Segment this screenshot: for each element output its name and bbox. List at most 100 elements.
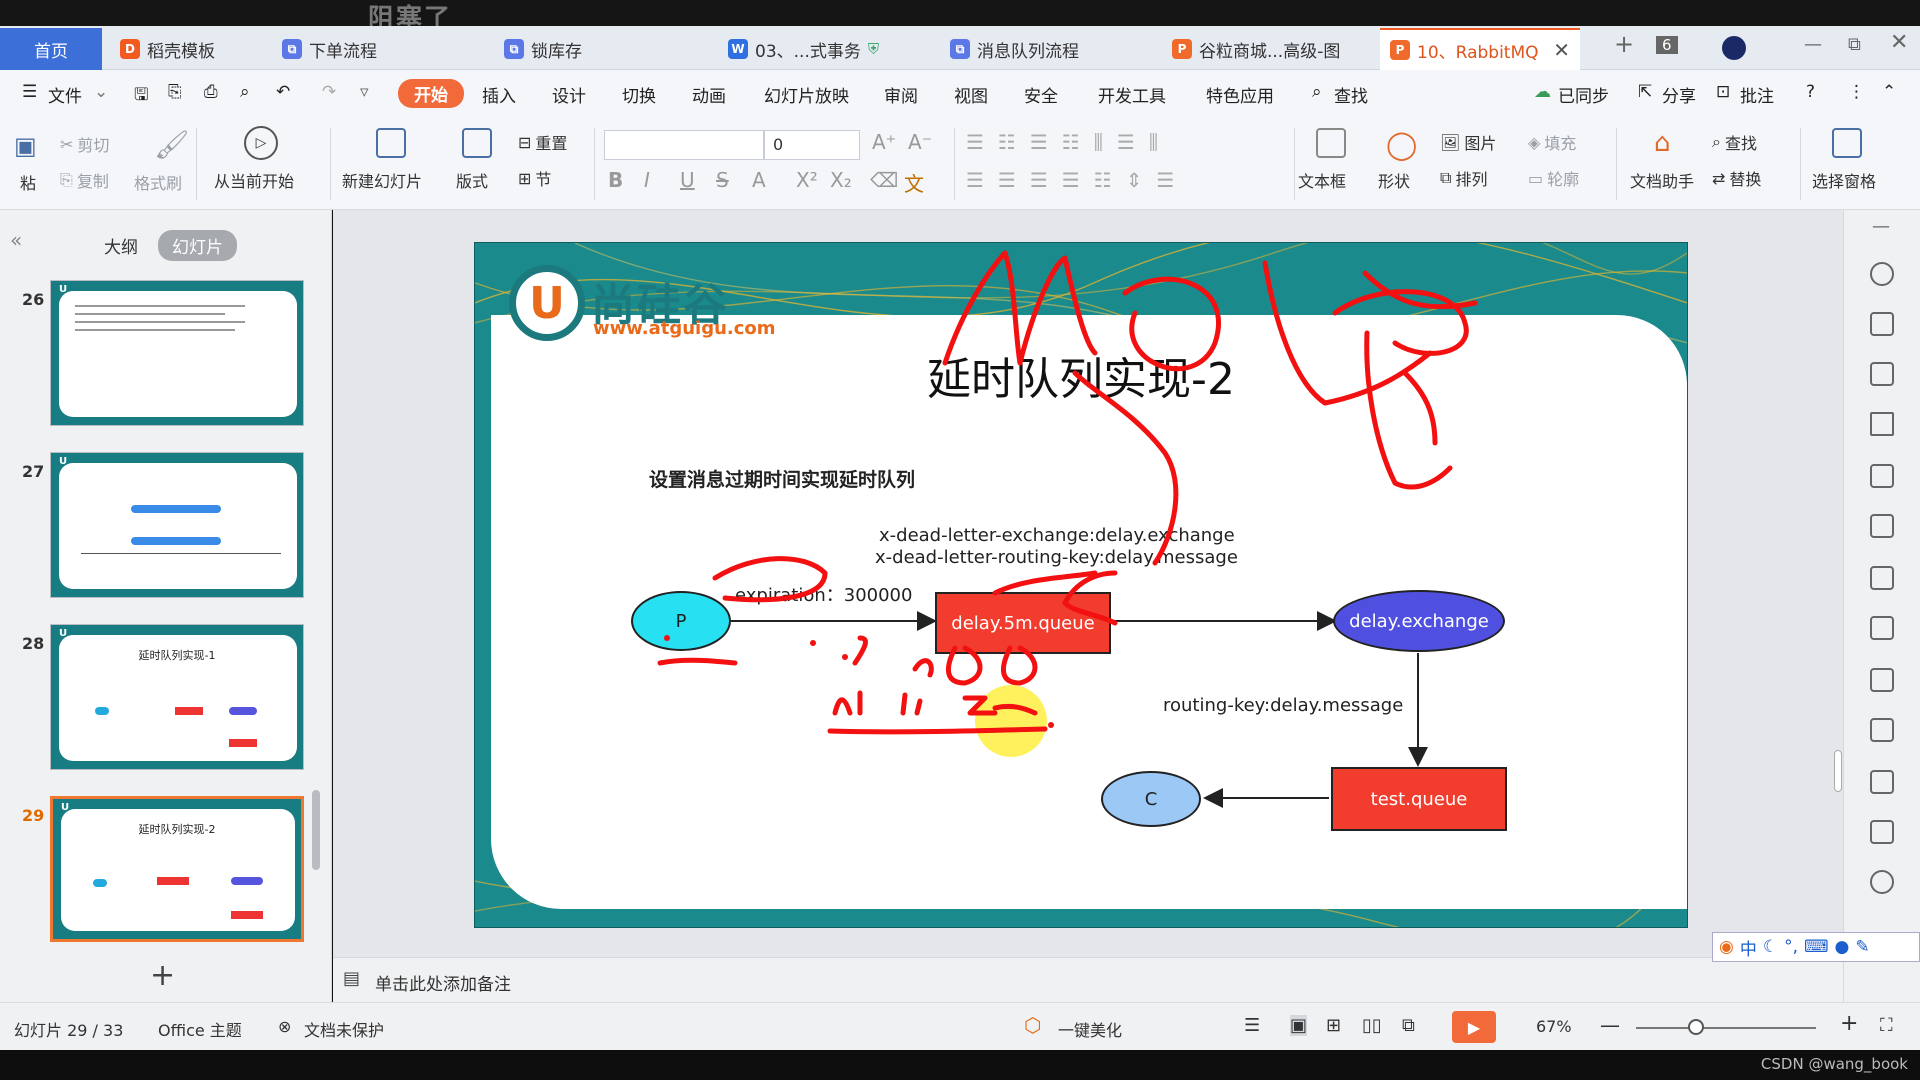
share-button[interactable]: 分享 — [1662, 82, 1696, 107]
menu-animation[interactable]: 动画 — [692, 82, 726, 107]
tab-mq-flow[interactable]: ⧉ 消息队列流程 — [940, 28, 1150, 70]
tab-slides[interactable]: 幻灯片 — [158, 230, 237, 261]
gallery-icon[interactable] — [1870, 668, 1894, 692]
copy-button[interactable]: ⎘ 复制 — [60, 168, 109, 192]
phonetic-icon[interactable]: 文 — [904, 168, 924, 197]
italic-icon[interactable]: I — [644, 168, 650, 192]
chart-icon[interactable] — [1870, 566, 1894, 590]
select-pane-button[interactable]: 选择窗格 — [1812, 168, 1876, 192]
minimize-icon[interactable]: — — [1804, 34, 1822, 55]
zoom-level[interactable]: 67% — [1536, 1017, 1572, 1036]
moon-icon[interactable]: ☾ — [1763, 937, 1778, 957]
play-slideshow-button[interactable]: ▶ — [1452, 1011, 1496, 1043]
more-icon[interactable]: ⋮ — [1848, 82, 1865, 102]
avatar[interactable] — [1722, 36, 1746, 60]
reset-button[interactable]: ⊟ 重置 — [518, 130, 567, 154]
panel-scrollbar[interactable] — [312, 790, 320, 870]
image-icon[interactable] — [1870, 820, 1894, 844]
settings-icon[interactable] — [1870, 616, 1894, 640]
menu-security[interactable]: 安全 — [1024, 82, 1058, 107]
table-icon[interactable] — [1870, 464, 1894, 488]
undo-icon[interactable]: ↶ — [276, 82, 290, 102]
restore-icon[interactable]: ⧉ — [1848, 34, 1861, 55]
export-icon[interactable]: ⎘ — [168, 82, 182, 102]
superscript-icon[interactable]: X² — [796, 168, 818, 192]
layout-button[interactable]: 版式 — [456, 168, 488, 192]
picture-button[interactable]: 🖼 图片 — [1440, 130, 1496, 154]
tab-distributed-transaction[interactable]: W 03、...式事务 ⛨ — [718, 28, 928, 70]
notes-placeholder[interactable]: 单击此处添加备注 — [375, 970, 511, 995]
preview-icon[interactable]: ⌕ — [240, 82, 250, 102]
shape-icon[interactable] — [1870, 412, 1894, 436]
sorter-view-icon[interactable]: ⊞ — [1326, 1015, 1341, 1036]
annotate-button[interactable]: 批注 — [1740, 82, 1774, 107]
slide-thumbnail-28[interactable]: U 延时队列实现-1 — [50, 624, 304, 770]
search-icon[interactable]: ⌕ — [1312, 82, 1322, 102]
textbox-button[interactable]: 文本框 — [1298, 168, 1346, 192]
keyboard-icon[interactable]: ⌨ — [1804, 937, 1829, 957]
find-button[interactable]: ⌕ 查找 — [1712, 130, 1757, 154]
zoom-out-icon[interactable]: — — [1600, 1013, 1620, 1037]
paste-icon[interactable]: ▣ — [14, 132, 37, 160]
wrench-icon[interactable]: ✎ — [1855, 937, 1869, 957]
font-color-icon[interactable]: A — [752, 168, 766, 192]
theme-name[interactable]: Office 主题 — [158, 1017, 242, 1041]
strike-icon[interactable]: S — [716, 168, 729, 192]
help-icon[interactable]: ? — [1806, 82, 1815, 102]
shape-button[interactable]: 形状 — [1378, 168, 1410, 192]
play-icon[interactable]: ▷ — [244, 126, 278, 160]
eraser-icon[interactable]: ⌫ — [870, 168, 898, 192]
paste-button-fragment[interactable]: 粘 — [20, 170, 36, 194]
from-current-button[interactable]: 从当前开始 — [214, 168, 294, 192]
menu-home[interactable]: 开始 — [398, 79, 464, 108]
section-button[interactable]: ⊞ 节 — [518, 166, 551, 190]
tab-count-badge[interactable]: 6 — [1656, 36, 1678, 54]
magic-icon[interactable] — [1870, 262, 1894, 286]
zoom-slider-thumb[interactable] — [1688, 1019, 1704, 1035]
user-icon[interactable]: ● — [1835, 937, 1850, 957]
zoom-slider[interactable] — [1636, 1027, 1816, 1029]
notes-view-icon[interactable]: ☰ — [1244, 1015, 1260, 1036]
sync-status[interactable]: 已同步 — [1558, 82, 1609, 107]
punct-icon[interactable]: °, — [1784, 937, 1798, 957]
hamburger-icon[interactable]: ☰ — [22, 82, 37, 102]
grow-font-icon[interactable]: A⁺ — [872, 130, 896, 154]
beautify-button[interactable]: 一键美化 — [1058, 1017, 1122, 1041]
menu-view[interactable]: 视图 — [954, 82, 988, 107]
collapse-right-icon[interactable]: — — [1872, 216, 1890, 237]
underline-icon[interactable]: U — [680, 168, 695, 192]
tab-docer-templates[interactable]: D 稻壳模板 — [110, 28, 260, 70]
add-slide-button[interactable]: + — [150, 958, 175, 993]
menu-file[interactable]: 文件 — [48, 82, 82, 107]
collapse-ribbon-icon[interactable]: ⌃ — [1882, 82, 1896, 102]
menu-search[interactable]: 查找 — [1334, 82, 1368, 107]
share-icon[interactable] — [1870, 718, 1894, 742]
presenter-view-icon[interactable]: ⧉ — [1402, 1015, 1415, 1036]
tab-home[interactable]: 首页 — [0, 28, 102, 70]
tab-rabbitmq[interactable]: P 10、RabbitMQ ✕ — [1380, 28, 1580, 70]
save-icon[interactable]: 🖫 — [134, 82, 148, 111]
arrange-button[interactable]: ⧉ 排列 — [1440, 166, 1487, 190]
new-tab-icon[interactable]: + — [1614, 30, 1634, 58]
redo-icon[interactable]: ↷ — [322, 82, 336, 102]
new-slide-button[interactable]: 新建幻灯片 — [342, 168, 422, 192]
menu-devtools[interactable]: 开发工具 — [1098, 82, 1166, 107]
format-painter-button[interactable]: 格式刷 — [134, 170, 182, 194]
archive-icon[interactable] — [1870, 770, 1894, 794]
menu-slideshow[interactable]: 幻灯片放映 — [764, 82, 849, 107]
notes-bar[interactable]: ▤ 单击此处添加备注 — [333, 957, 1843, 1002]
reading-view-icon[interactable]: ▯▯ — [1362, 1015, 1382, 1036]
close-icon[interactable]: ✕ — [1553, 38, 1570, 62]
bold-icon[interactable]: B — [608, 168, 623, 192]
menu-transition[interactable]: 切换 — [622, 82, 656, 107]
subscript-icon[interactable]: X₂ — [830, 168, 852, 192]
slide-thumbnail-26[interactable]: U — [50, 280, 304, 426]
alignment-tools-icon[interactable]: ☰☰☰☰☷⇕☰ — [966, 168, 1188, 192]
collapse-panel-icon[interactable]: « — [10, 228, 22, 252]
doc-assistant-button[interactable]: 文档助手 — [1630, 168, 1694, 192]
font-name-field[interactable] — [604, 130, 764, 160]
tab-order-flow[interactable]: ⧉ 下单流程 — [272, 28, 482, 70]
menu-design[interactable]: 设计 — [552, 82, 586, 107]
print-icon[interactable]: ⎙ — [204, 82, 218, 102]
menu-insert[interactable]: 插入 — [482, 82, 516, 107]
